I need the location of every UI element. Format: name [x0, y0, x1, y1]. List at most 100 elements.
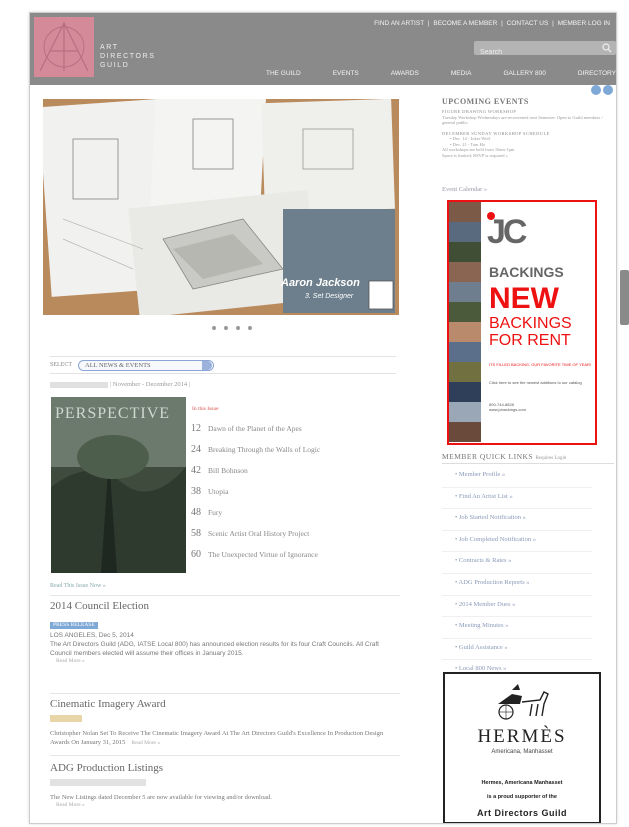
hermes-line-2: is a proud supporter of the [487, 794, 557, 800]
member-quick-links-title: MEMBER QUICK LINKS Requires Login [442, 452, 566, 461]
news-filter-select[interactable]: ALL NEWS & EVENTS [78, 360, 214, 371]
quick-link-job-completed[interactable]: • Job Completed Notification » [442, 531, 592, 553]
member-quick-links: • Member Profile » • Find An Artist List… [442, 466, 592, 682]
pager-dot[interactable] [224, 326, 228, 330]
magazine-title: PERSPECTIVE [55, 405, 171, 422]
facebook-icon[interactable] [591, 85, 601, 95]
hero-slideshow[interactable]: Aaron Jackson 3. Set Designer [43, 99, 399, 315]
quick-link-member-profile[interactable]: • Member Profile » [442, 466, 592, 488]
quick-link-production-reports[interactable]: • ADG Production Reports » [442, 574, 592, 596]
ad-photo-strip [449, 202, 481, 443]
toc-page: 42 [191, 465, 201, 476]
article-tag: PRESS RELEASE [50, 622, 98, 629]
util-separator: | [552, 20, 554, 27]
jc-backings-ad[interactable]: JC BACKINGS NEW BACKINGS FOR RENT ITS FI… [447, 200, 597, 445]
read-issue-link[interactable]: Read This Issue Now » [50, 583, 106, 589]
util-link-login[interactable]: MEMBER LOG IN [558, 20, 610, 27]
util-link-find-artist[interactable]: FIND AN ARTIST [374, 20, 424, 27]
page-frame: ART DIRECTORS GUILD FIND AN ARTIST | BEC… [29, 12, 617, 824]
issue-toc: 12 Dawn of the Planet of the Apes 24 Break… [191, 423, 396, 570]
toc-item[interactable]: 12 Dawn of the Planet of the Apes [191, 423, 396, 444]
hero-caption-role: 3. Set Designer [305, 293, 354, 300]
magazine-cover[interactable]: PERSPECTIVE [51, 397, 186, 573]
twitter-icon[interactable] [603, 85, 613, 95]
article-body: Christopher Nolan Set To Receive The Cin… [50, 729, 400, 748]
toc-title: The Unexpected Virtue of Ignorance [208, 550, 318, 559]
jc-logo: JC [487, 213, 528, 251]
ad-for-rent-line: FOR RENT [489, 332, 571, 349]
logo-text: ART DIRECTORS GUILD [100, 43, 156, 70]
pager-dot[interactable] [248, 326, 252, 330]
util-separator: | [427, 20, 430, 27]
quick-link-contracts[interactable]: • Contracts & Rates » [442, 552, 592, 574]
read-more-link[interactable]: Read More » [56, 658, 400, 664]
toc-page: 12 [191, 423, 201, 434]
search-icon[interactable] [602, 43, 612, 53]
logo-line: GUILD [100, 62, 130, 69]
scrollbar-thumb[interactable] [620, 270, 629, 325]
divider [442, 463, 614, 464]
quick-link-job-started[interactable]: • Job Started Notification » [442, 509, 592, 531]
quick-link-member-dues[interactable]: • 2014 Member Dues » [442, 596, 592, 618]
ad-new-label: NEW [489, 282, 559, 315]
toc-title: Dawn of the Planet of the Apes [208, 424, 302, 433]
chevron-down-icon [202, 361, 212, 370]
toc-item[interactable]: 24 Breaking Through the Walls of Logic [191, 444, 396, 465]
event-text[interactable]: Space is limited; RSVP is required » [442, 153, 612, 159]
toc-page: 58 [191, 528, 201, 539]
event-text: Tuesday Workshop Wednesdays are reconven… [442, 114, 603, 126]
article-title[interactable]: 2014 Council Election [50, 600, 400, 613]
article-title[interactable]: ADG Production Listings [50, 762, 400, 775]
in-this-issue-label: In this Issue [192, 406, 219, 412]
hermes-carriage-icon [498, 684, 549, 720]
hermes-line-1: Hermes, Americana Manhasset [481, 780, 563, 786]
nav-item-media[interactable]: MEDIA [451, 70, 472, 77]
article-lead: LOS ANGELES, Dec 5, 2014 [50, 632, 134, 639]
quick-link-meeting-minutes[interactable]: • Meeting Minutes » [442, 617, 592, 639]
main-nav: THE GUILD EVENTS AWARDS MEDIA GALLERY 80… [266, 70, 616, 77]
toc-title: Bill Bohnson [208, 466, 248, 475]
util-link-contact[interactable]: CONTACT US [507, 20, 549, 27]
toc-page: 24 [191, 444, 201, 455]
ad-small-red-text: ITS FILLED BACKING. OUR FAVORITE TIME OF… [489, 362, 592, 367]
magazine-cover-image [51, 397, 186, 573]
hermes-line-3: Art Directors Guild [476, 808, 567, 818]
article-tag [50, 715, 82, 722]
toc-item[interactable]: 48 Fury [191, 507, 396, 528]
ad-for-rent-label: BACKINGS FOR RENT [489, 315, 572, 349]
nav-item-directory[interactable]: DIRECTORY [578, 70, 616, 77]
read-more-link[interactable]: Read More » [131, 740, 160, 746]
adg-logo[interactable] [34, 17, 94, 77]
quick-links-heading: MEMBER QUICK LINKS [442, 452, 534, 461]
search-box [474, 41, 616, 60]
upcoming-events-list: FIGURE DRAWING WORKSHOP Tuesday Workshop… [442, 109, 612, 158]
nav-item-the-guild[interactable]: THE GUILD [266, 70, 301, 77]
quick-link-guild-assistance[interactable]: • Guild Assistance » [442, 639, 592, 661]
pager-dot[interactable] [212, 326, 216, 330]
ad-website: www.jcbackings.com [489, 407, 526, 412]
quick-link-find-artist[interactable]: • Find An Artist List » [442, 488, 592, 510]
article-body-text: Christopher Nolan Set To Receive The Cin… [50, 730, 384, 746]
event-calendar-link[interactable]: Event Calendar » [442, 186, 487, 193]
nav-item-events[interactable]: EVENTS [333, 70, 359, 77]
nav-item-gallery-800[interactable]: GALLERY 800 [503, 70, 545, 77]
pager-dot[interactable] [236, 326, 240, 330]
toc-item[interactable]: 60 The Unexpected Virtue of Ignorance [191, 549, 396, 570]
quick-links-subtitle: Requires Login [535, 456, 567, 461]
hermes-ad[interactable]: HERMÈS Americana, Manhasset Hermes, Amer… [443, 672, 601, 823]
logo-line: ART [100, 44, 119, 51]
read-more-link[interactable]: Read More » [56, 802, 400, 808]
toc-item[interactable]: 42 Bill Bohnson [191, 465, 396, 486]
nav-item-awards[interactable]: AWARDS [391, 70, 419, 77]
search-input[interactable] [474, 45, 594, 60]
issue-heading-logo [50, 381, 108, 388]
toc-item[interactable]: 58 Scenic Artist Oral History Project [191, 528, 396, 549]
article-title[interactable]: Cinematic Imagery Award [50, 698, 400, 711]
article-body: The Art Directors Guild (ADG, IATSE Loca… [50, 641, 379, 657]
toc-page: 38 [191, 486, 201, 497]
util-link-become-member[interactable]: BECOME A MEMBER [433, 20, 497, 27]
toc-page: 48 [191, 507, 201, 518]
article-body: The New Listings dated December 5 are no… [50, 794, 272, 801]
toc-item[interactable]: 38 Utopia [191, 486, 396, 507]
ad-backings-label: BACKINGS [489, 264, 564, 280]
